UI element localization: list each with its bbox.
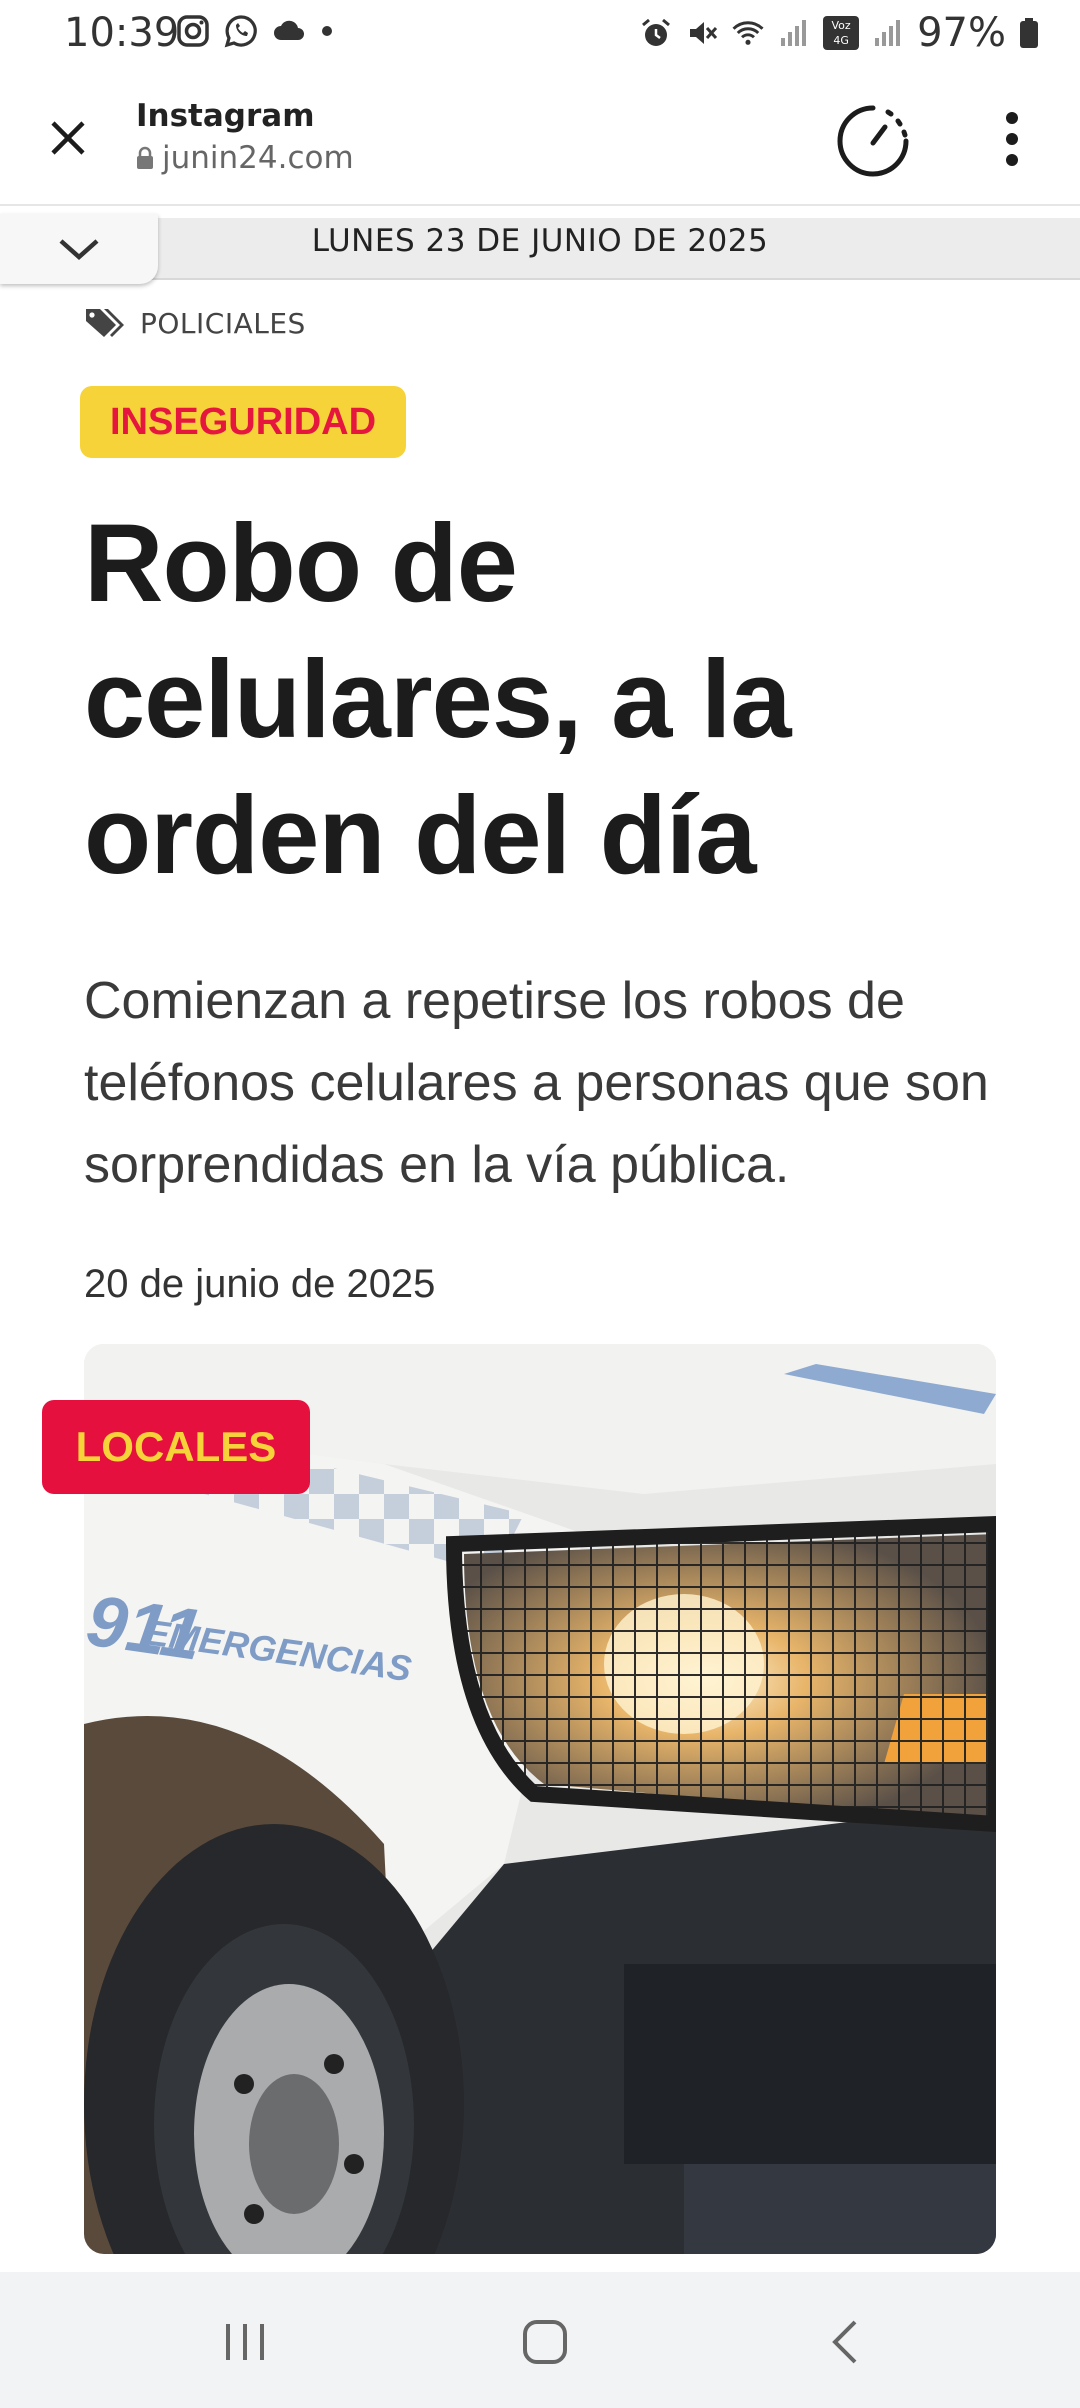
current-date: LUNES 23 DE JUNIO DE 2025	[311, 223, 769, 259]
battery-icon	[1020, 18, 1038, 48]
home-icon	[523, 2320, 567, 2364]
date-strip: LUNES 23 DE JUNIO DE 2025	[0, 218, 1080, 280]
lock-icon	[137, 146, 153, 169]
more-vertical-icon	[1006, 112, 1018, 166]
tags-icon	[86, 309, 124, 337]
recent-apps-button[interactable]	[200, 2302, 290, 2382]
battery-percent: 97%	[917, 10, 1006, 56]
collapse-header-button[interactable]	[0, 214, 158, 284]
more-options-button[interactable]	[984, 104, 1040, 174]
chevron-down-icon	[59, 239, 99, 261]
custom-tab-toolbar: Instagram junin24.com	[0, 70, 1080, 206]
url-display[interactable]: junin24.com	[136, 140, 354, 176]
signal-icon	[875, 20, 901, 46]
dot-icon	[322, 26, 332, 36]
wifi-icon	[732, 21, 764, 45]
section-badge[interactable]: LOCALES	[42, 1400, 310, 1494]
recent-apps-icon	[226, 2324, 264, 2360]
back-button[interactable]	[800, 2302, 890, 2382]
url-text: junin24.com	[162, 140, 354, 176]
publish-date: 20 de junio de 2025	[84, 1262, 436, 1306]
speedometer-icon	[837, 105, 909, 177]
close-button[interactable]	[36, 106, 100, 170]
mute-icon	[690, 22, 718, 44]
instagram-icon	[177, 15, 209, 47]
article-headline: Robo de celulares, a la orden del día	[84, 502, 792, 897]
alarm-icon	[642, 18, 671, 46]
signal-icon	[781, 20, 807, 46]
article-lede: Comienzan a repetirse los robos de teléf…	[84, 972, 989, 1194]
page-source-title: Instagram	[136, 98, 315, 134]
system-nav-bar	[0, 2272, 1080, 2408]
status-time: 10:39	[64, 10, 180, 56]
tag-badge[interactable]: INSEGURIDAD	[80, 386, 407, 458]
close-icon	[51, 121, 85, 155]
category-link[interactable]: POLICIALES	[84, 306, 306, 340]
whatsapp-icon	[224, 15, 257, 48]
speed-button[interactable]	[830, 98, 916, 184]
status-bar: 10:39 Voz 4G 97%	[0, 0, 1080, 70]
category-label: POLICIALES	[140, 306, 306, 340]
cloud-icon	[274, 20, 304, 40]
home-button[interactable]	[500, 2302, 590, 2382]
volte-4g-icon: Voz 4G	[823, 16, 860, 50]
back-icon	[832, 2320, 857, 2364]
